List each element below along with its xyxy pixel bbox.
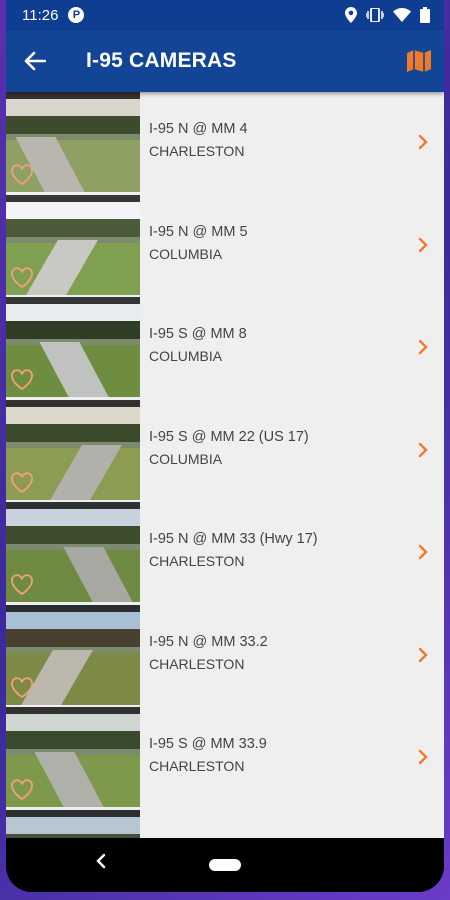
chevron-right-icon <box>418 339 428 355</box>
favorite-heart-icon[interactable] <box>10 574 34 596</box>
camera-info: I-95 N @ MM 33 (Hwy 17) CHARLESTON <box>140 502 444 605</box>
vibrate-icon <box>366 8 384 22</box>
nav-bar <box>6 838 444 892</box>
camera-city: COLUMBIA <box>149 348 223 364</box>
chevron-right-icon <box>418 237 428 252</box>
wifi-icon <box>393 8 411 22</box>
camera-row[interactable] <box>6 809 444 839</box>
camera-info: I-95 S @ MM 33.9 CHARLESTON <box>140 707 444 810</box>
camera-info <box>140 810 444 839</box>
camera-row[interactable]: I-95 N @ MM 4 CHARLESTON <box>6 92 444 195</box>
camera-info: I-95 N @ MM 33.2 CHARLESTON <box>140 605 444 708</box>
favorite-heart-icon[interactable] <box>10 779 34 801</box>
phone-screen: 11:26 P I-95 CAMERAS I-95 N @ MM 4 CHARL… <box>6 0 444 892</box>
camera-row[interactable]: I-95 N @ MM 33 (Hwy 17) CHARLESTON <box>6 502 444 605</box>
camera-thumbnail <box>6 809 140 838</box>
camera-name: I-95 S @ MM 33.9 <box>149 736 267 752</box>
camera-name: I-95 S @ MM 8 <box>149 326 247 342</box>
chevron-right-icon <box>418 544 428 560</box>
chevron-right-icon <box>418 134 428 150</box>
p-icon: P <box>68 7 85 23</box>
camera-city: CHARLESTON <box>149 553 245 569</box>
battery-icon <box>420 7 430 23</box>
chevron-right-icon <box>418 442 428 457</box>
camera-thumbnail <box>6 92 140 192</box>
favorite-heart-icon[interactable] <box>10 369 34 391</box>
status-bar: 11:26 P <box>6 0 444 30</box>
camera-row[interactable]: I-95 S @ MM 8 COLUMBIA <box>6 297 444 400</box>
camera-info: I-95 S @ MM 22 (US 17) COLUMBIA <box>140 400 444 503</box>
status-icons <box>345 7 430 23</box>
page-title: I-95 CAMERAS <box>86 49 237 72</box>
camera-city: CHARLESTON <box>149 143 245 159</box>
favorite-heart-icon[interactable] <box>10 164 34 186</box>
camera-thumbnail <box>6 604 140 705</box>
camera-name: I-95 N @ MM 4 <box>149 121 248 137</box>
favorite-heart-icon[interactable] <box>10 266 34 289</box>
app-bar: I-95 CAMERAS <box>6 30 444 92</box>
camera-city: COLUMBIA <box>149 245 223 262</box>
camera-name: I-95 N @ MM 33 (Hwy 17) <box>149 531 318 547</box>
map-icon <box>407 50 431 72</box>
map-button[interactable] <box>394 30 444 92</box>
camera-thumbnail <box>6 297 140 397</box>
favorite-heart-icon[interactable] <box>10 676 34 699</box>
favorite-heart-icon[interactable] <box>10 471 34 494</box>
camera-thumbnail <box>6 707 140 807</box>
camera-info: I-95 N @ MM 4 CHARLESTON <box>140 92 444 195</box>
camera-info: I-95 S @ MM 8 COLUMBIA <box>140 297 444 400</box>
camera-info: I-95 N @ MM 5 COLUMBIA <box>140 195 444 298</box>
camera-city: COLUMBIA <box>149 450 223 467</box>
camera-thumbnail <box>6 502 140 602</box>
camera-thumbnail <box>6 194 140 295</box>
chevron-right-icon <box>418 749 428 765</box>
camera-row[interactable]: I-95 S @ MM 22 (US 17) COLUMBIA <box>6 399 444 503</box>
camera-name: I-95 N @ MM 5 <box>149 223 248 240</box>
camera-city: CHARLESTON <box>149 758 245 774</box>
camera-row[interactable]: I-95 S @ MM 33.9 CHARLESTON <box>6 707 444 810</box>
camera-city: CHARLESTON <box>149 655 245 672</box>
back-button[interactable] <box>6 30 64 92</box>
chevron-right-icon <box>418 647 428 662</box>
camera-name: I-95 S @ MM 22 (US 17) <box>149 428 309 445</box>
camera-name: I-95 N @ MM 33.2 <box>149 633 268 650</box>
nav-home-pill[interactable] <box>209 859 241 871</box>
camera-list[interactable]: I-95 N @ MM 4 CHARLESTON I-95 N @ MM 5 C… <box>6 92 444 838</box>
camera-row[interactable]: I-95 N @ MM 5 COLUMBIA <box>6 194 444 298</box>
camera-thumbnail <box>6 399 140 500</box>
nav-back-icon[interactable] <box>94 853 108 869</box>
arrow-left-icon <box>24 51 46 71</box>
location-icon <box>345 7 357 23</box>
camera-row[interactable]: I-95 N @ MM 33.2 CHARLESTON <box>6 604 444 708</box>
status-time: 11:26 <box>22 6 59 24</box>
